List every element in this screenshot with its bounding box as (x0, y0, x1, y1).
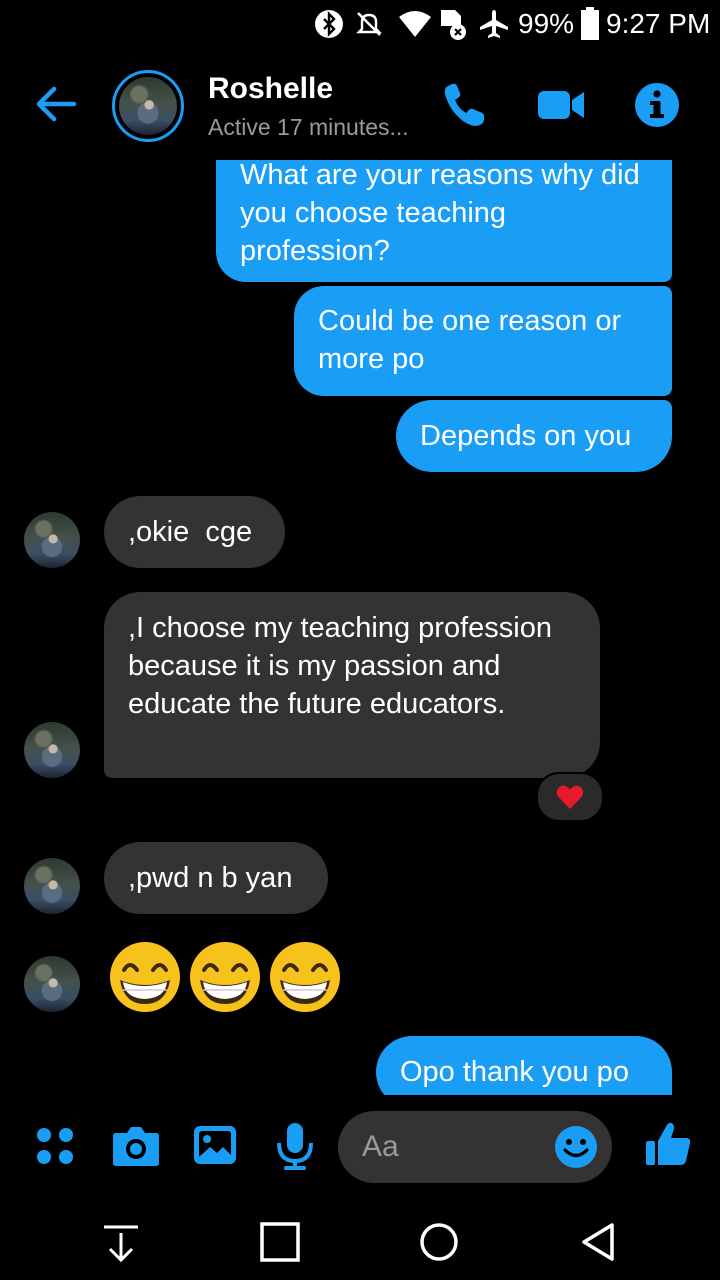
info-icon[interactable] (632, 80, 682, 130)
battery-percent: 99% (518, 8, 575, 39)
message-bubble-outgoing[interactable]: What are your reasons why did you choose… (216, 160, 672, 282)
message-input-placeholder: Aa (362, 1130, 399, 1163)
clock: 9:27 PM (606, 8, 711, 39)
conversation-header: Roshelle Active 17 minutes... (0, 50, 720, 160)
phone-call-icon[interactable] (440, 80, 490, 130)
grinning-face-emoji (110, 942, 180, 1012)
microphone-icon[interactable] (274, 1121, 316, 1176)
wifi-icon (398, 8, 432, 40)
reaction-badge[interactable] (536, 772, 604, 822)
message-bubble-outgoing[interactable]: Opo thank you po (376, 1036, 672, 1095)
contact-avatar[interactable] (112, 70, 184, 142)
mute-icon (354, 8, 384, 40)
home-circle-icon[interactable] (414, 1217, 464, 1267)
data-saver-icon (438, 8, 468, 40)
contact-avatar[interactable] (24, 512, 80, 568)
battery-icon (580, 7, 600, 40)
message-bubble-incoming[interactable]: ,I choose my teaching profession because… (104, 592, 600, 778)
nav-menu-icon[interactable] (96, 1217, 146, 1267)
contact-avatar[interactable] (24, 722, 80, 778)
contact-avatar[interactable] (24, 858, 80, 914)
system-navigation-bar (0, 1205, 720, 1280)
back-triangle-icon[interactable] (574, 1217, 624, 1267)
message-list: What are your reasons why did you choose… (0, 160, 720, 1095)
thumbs-up-icon[interactable] (644, 1119, 694, 1174)
message-bubble-incoming[interactable]: ,okie cge (104, 496, 285, 568)
home-square-icon[interactable] (255, 1217, 305, 1267)
emoji-smiley-icon[interactable] (554, 1125, 598, 1169)
gallery-icon[interactable] (192, 1123, 238, 1172)
contact-name[interactable]: Roshelle (208, 72, 333, 106)
camera-icon[interactable] (112, 1123, 160, 1172)
message-input[interactable]: Aa (338, 1111, 612, 1183)
bluetooth-icon (314, 8, 344, 40)
grinning-face-emoji (190, 942, 260, 1012)
message-bubble-outgoing[interactable]: Depends on you (396, 400, 672, 472)
message-bubble-outgoing[interactable]: Could be one reason or more po (294, 286, 672, 396)
airplane-icon (478, 8, 510, 40)
more-actions-icon[interactable] (34, 1125, 76, 1172)
message-composer: Aa (0, 1095, 720, 1205)
contact-active-status: Active 17 minutes... (208, 114, 409, 140)
status-bar: 99% 9:27 PM (0, 0, 720, 50)
contact-avatar[interactable] (24, 956, 80, 1012)
video-call-icon[interactable] (536, 80, 586, 130)
heart-icon (556, 785, 584, 809)
grinning-face-emoji (270, 942, 340, 1012)
message-bubble-incoming[interactable]: ,pwd n b yan (104, 842, 328, 914)
back-arrow-icon[interactable] (34, 82, 78, 126)
